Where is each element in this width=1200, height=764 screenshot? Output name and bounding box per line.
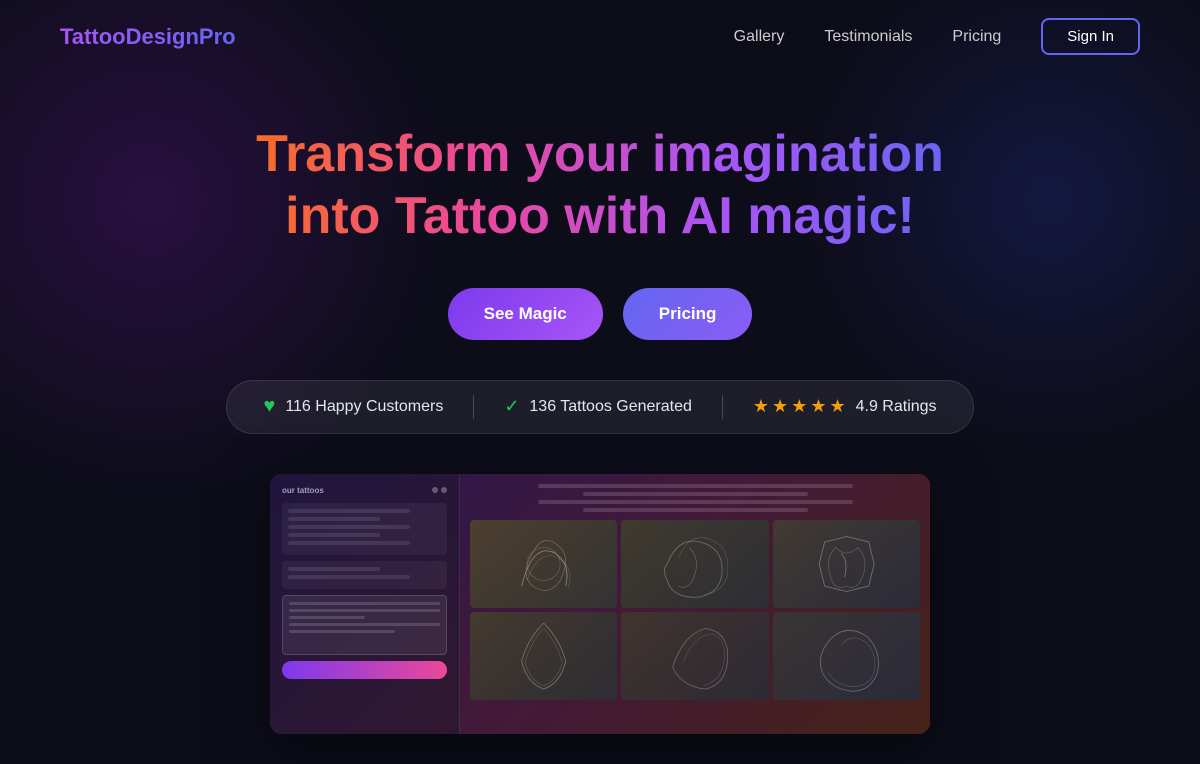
- textarea-line-2: [289, 609, 440, 612]
- hero-section: Transform your imagination into Tattoo w…: [0, 73, 1200, 764]
- panel-line-7: [288, 575, 410, 579]
- panel-text-block-1: [282, 503, 447, 555]
- panel-dot-2: [441, 487, 447, 493]
- right-top-text: [470, 484, 920, 512]
- star-5: ★: [829, 396, 845, 417]
- brand-logo[interactable]: TattooDesignPro: [60, 24, 236, 50]
- stat-divider-1: [473, 395, 474, 419]
- sign-in-button[interactable]: Sign In: [1041, 18, 1140, 55]
- textarea-line-4: [289, 623, 440, 626]
- app-left-panel: our tattoos: [270, 474, 460, 734]
- star-3: ★: [791, 396, 807, 417]
- panel-line-5: [288, 541, 410, 545]
- right-line-2: [583, 492, 808, 496]
- tattoo-grid: [470, 520, 920, 700]
- hero-buttons: See Magic Pricing: [448, 288, 753, 340]
- right-line-4: [583, 508, 808, 512]
- panel-dot-1: [432, 487, 438, 493]
- stars-container: ★ ★ ★ ★ ★: [753, 396, 846, 417]
- panel-title-bar: our tattoos: [282, 486, 447, 495]
- tattoos-label: 136 Tattoos Generated: [529, 398, 692, 416]
- star-2: ★: [772, 396, 788, 417]
- nav-links: Gallery Testimonials Pricing Sign In: [734, 18, 1140, 55]
- see-magic-button[interactable]: See Magic: [448, 288, 603, 340]
- panel-generate-button[interactable]: [282, 661, 447, 679]
- app-right-panel: [460, 474, 930, 734]
- textarea-line-3: [289, 616, 365, 619]
- nav-link-gallery[interactable]: Gallery: [734, 28, 785, 46]
- right-line-1: [538, 484, 853, 488]
- app-preview: our tattoos: [270, 474, 930, 734]
- customers-label: 116 Happy Customers: [285, 398, 443, 416]
- right-line-3: [538, 500, 853, 504]
- tattoo-cell-5: [621, 612, 768, 700]
- check-icon: ✓: [504, 396, 519, 417]
- hero-title: Transform your imagination into Tattoo w…: [225, 123, 975, 248]
- panel-textarea: [282, 595, 447, 655]
- panel-line-2: [288, 517, 380, 521]
- stat-tattoos: ✓ 136 Tattoos Generated: [504, 396, 692, 417]
- heart-icon: ♥: [263, 395, 275, 418]
- navigation: TattooDesignPro Gallery Testimonials Pri…: [0, 0, 1200, 73]
- stat-divider-2: [722, 395, 723, 419]
- rating-label: 4.9 Ratings: [856, 398, 937, 416]
- panel-line-1: [288, 509, 410, 513]
- panel-dots: [432, 487, 447, 493]
- tattoo-cell-4: [470, 612, 617, 700]
- star-4: ★: [810, 396, 826, 417]
- panel-line-3: [288, 525, 410, 529]
- stats-bar: ♥ 116 Happy Customers ✓ 136 Tattoos Gene…: [226, 380, 973, 434]
- textarea-line-1: [289, 602, 440, 605]
- tattoo-cell-6: [773, 612, 920, 700]
- stat-rating: ★ ★ ★ ★ ★ 4.9 Ratings: [753, 396, 937, 417]
- textarea-line-5: [289, 630, 395, 633]
- tattoo-cell-1: [470, 520, 617, 608]
- panel-text-block-2: [282, 561, 447, 589]
- panel-title-text: our tattoos: [282, 486, 324, 495]
- tattoo-cell-2: [621, 520, 768, 608]
- tattoo-cell-3: [773, 520, 920, 608]
- nav-link-pricing[interactable]: Pricing: [952, 28, 1001, 46]
- stat-customers: ♥ 116 Happy Customers: [263, 395, 443, 418]
- nav-link-testimonials[interactable]: Testimonials: [824, 28, 912, 46]
- panel-line-6: [288, 567, 380, 571]
- pricing-button[interactable]: Pricing: [623, 288, 753, 340]
- star-1: ★: [753, 396, 769, 417]
- panel-line-4: [288, 533, 380, 537]
